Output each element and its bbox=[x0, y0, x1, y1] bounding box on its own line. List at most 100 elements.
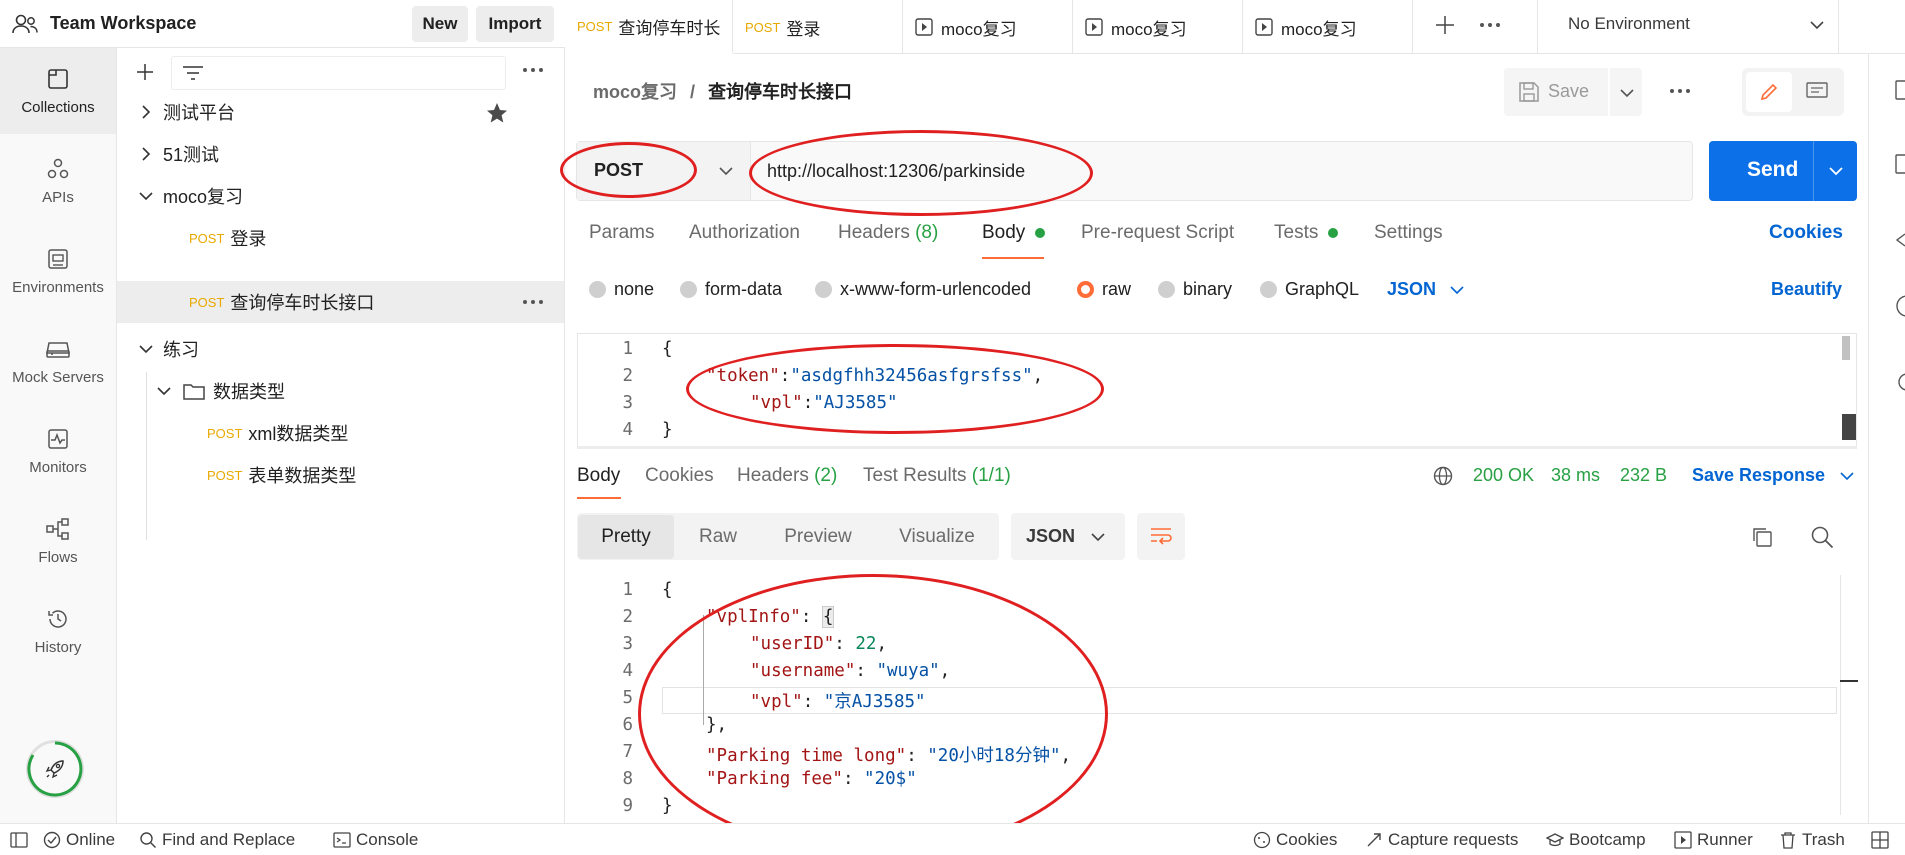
send-button[interactable]: Send bbox=[1709, 141, 1857, 201]
rocket-button[interactable] bbox=[26, 740, 84, 798]
more-tabs-icon[interactable] bbox=[1479, 21, 1501, 29]
tab-request-active[interactable]: POST 查询停车时长 bbox=[565, 0, 733, 54]
more-options-icon[interactable] bbox=[1669, 87, 1691, 95]
rail-item-history[interactable]: History bbox=[0, 588, 116, 674]
runner-button[interactable]: Runner bbox=[1674, 830, 1753, 850]
radio-form-data[interactable]: form-data bbox=[680, 279, 782, 300]
status-code[interactable]: 200 OK bbox=[1473, 465, 1534, 486]
chevron-right-icon[interactable] bbox=[141, 147, 151, 161]
response-time[interactable]: 38 ms bbox=[1551, 465, 1600, 486]
save-button[interactable]: Save bbox=[1504, 68, 1642, 116]
more-options-icon[interactable] bbox=[522, 66, 544, 74]
tab-headers[interactable]: Headers (8) bbox=[838, 222, 938, 244]
chevron-right-icon[interactable] bbox=[141, 105, 151, 119]
rail-item-monitors[interactable]: Monitors bbox=[0, 408, 116, 494]
folder-item[interactable]: 数据类型 bbox=[117, 370, 564, 412]
response-size[interactable]: 232 B bbox=[1620, 465, 1667, 486]
radio-none[interactable]: none bbox=[589, 279, 654, 300]
tab-settings[interactable]: Settings bbox=[1374, 222, 1443, 244]
method-selector[interactable]: POST bbox=[577, 142, 751, 200]
url-input[interactable]: http://localhost:12306/parkinside bbox=[767, 161, 1025, 182]
tab-body[interactable]: Body bbox=[982, 222, 1045, 244]
view-visualize[interactable]: Visualize bbox=[882, 515, 992, 559]
globe-icon[interactable] bbox=[1433, 466, 1453, 486]
info-icon[interactable] bbox=[1895, 294, 1905, 318]
tab-collection[interactable]: moco复习 bbox=[903, 0, 1073, 54]
bootcamp-button[interactable]: Bootcamp bbox=[1546, 830, 1646, 850]
radio-binary[interactable]: binary bbox=[1158, 279, 1232, 300]
radio-urlencoded[interactable]: x-www-form-urlencoded bbox=[815, 279, 1031, 300]
lightbulb-icon[interactable] bbox=[1895, 372, 1905, 396]
chevron-down-icon[interactable] bbox=[139, 344, 153, 354]
body-format-select[interactable]: JSON bbox=[1387, 279, 1464, 300]
request-item[interactable]: POST xml数据类型 bbox=[117, 412, 564, 454]
star-icon[interactable] bbox=[486, 102, 508, 123]
copy-icon[interactable] bbox=[1751, 526, 1773, 548]
response-tab-headers[interactable]: Headers (2) bbox=[737, 465, 837, 487]
find-replace-button[interactable]: Find and Replace bbox=[139, 830, 295, 850]
response-format-select[interactable]: JSON bbox=[1011, 513, 1125, 560]
cookies-link[interactable]: Cookies bbox=[1769, 222, 1843, 244]
view-pretty[interactable]: Pretty bbox=[578, 515, 674, 559]
environment-selector[interactable]: No Environment bbox=[1537, 0, 1839, 54]
response-tab-test-results[interactable]: Test Results (1/1) bbox=[863, 465, 1011, 487]
rail-item-environments[interactable]: Environments bbox=[0, 228, 116, 314]
more-options-icon[interactable] bbox=[522, 298, 544, 306]
page-title[interactable]: 查询停车时长接口 bbox=[708, 82, 852, 102]
tab-tests[interactable]: Tests bbox=[1274, 222, 1338, 244]
send-dropdown[interactable] bbox=[1813, 141, 1857, 201]
add-collection-icon[interactable] bbox=[135, 62, 155, 82]
chevron-down-icon[interactable] bbox=[139, 191, 153, 201]
comment-icon[interactable] bbox=[1806, 82, 1828, 102]
response-tab-cookies[interactable]: Cookies bbox=[645, 465, 714, 487]
rail-item-flows[interactable]: Flows bbox=[0, 498, 116, 584]
capture-requests-button[interactable]: Capture requests bbox=[1365, 830, 1518, 850]
response-tab-body[interactable]: Body bbox=[577, 465, 620, 487]
save-response-button[interactable]: Save Response bbox=[1692, 465, 1854, 486]
request-item[interactable]: POST 登录 bbox=[117, 217, 564, 259]
view-raw[interactable]: Raw bbox=[680, 515, 756, 559]
view-preview[interactable]: Preview bbox=[766, 515, 870, 559]
new-tab-icon[interactable] bbox=[1435, 15, 1455, 35]
rail-item-mock-servers[interactable]: Mock Servers bbox=[0, 318, 116, 404]
workspace-title[interactable]: Team Workspace bbox=[50, 13, 196, 34]
collection-item[interactable]: 51测试 bbox=[117, 133, 564, 175]
console-button[interactable]: Console bbox=[333, 830, 418, 850]
pane-divider[interactable] bbox=[577, 446, 1857, 449]
beautify-link[interactable]: Beautify bbox=[1771, 279, 1842, 300]
cookies-button[interactable]: Cookies bbox=[1253, 830, 1337, 850]
search-icon[interactable] bbox=[1810, 525, 1834, 549]
request-item[interactable]: POST 表单数据类型 bbox=[117, 454, 564, 496]
import-button[interactable]: Import bbox=[476, 6, 554, 42]
toggle-sidebar-icon[interactable] bbox=[10, 832, 28, 848]
request-body-editor[interactable] bbox=[577, 333, 1857, 446]
radio-raw[interactable]: raw bbox=[1077, 279, 1131, 300]
tab-request[interactable]: POST 登录 bbox=[733, 0, 903, 54]
documentation-icon[interactable] bbox=[1895, 80, 1905, 100]
code-icon[interactable] bbox=[1895, 230, 1905, 250]
request-item-selected[interactable]: POST 查询停车时长接口 bbox=[117, 281, 564, 323]
trash-button[interactable]: Trash bbox=[1779, 830, 1845, 850]
rail-item-collections[interactable]: Collections bbox=[0, 48, 116, 134]
breadcrumb-parent[interactable]: moco复习 bbox=[593, 82, 677, 102]
online-status[interactable]: Online bbox=[43, 830, 115, 850]
layout-toggle-icon[interactable] bbox=[1871, 831, 1889, 849]
collection-item[interactable]: 练习 bbox=[117, 328, 564, 370]
wrap-lines-button[interactable] bbox=[1137, 513, 1185, 560]
comments-icon[interactable] bbox=[1895, 154, 1905, 174]
collection-item[interactable]: 测试平台 bbox=[117, 91, 564, 133]
collection-item[interactable]: moco复习 bbox=[117, 175, 564, 217]
new-button[interactable]: New bbox=[412, 6, 468, 42]
radio-graphql[interactable]: GraphQL bbox=[1260, 279, 1359, 300]
tab-authorization[interactable]: Authorization bbox=[689, 222, 800, 244]
save-dropdown[interactable] bbox=[1608, 68, 1642, 116]
editor-scrollbar[interactable] bbox=[1842, 336, 1850, 360]
tab-collection[interactable]: moco复习 bbox=[1073, 0, 1243, 54]
filter-input[interactable] bbox=[171, 56, 506, 90]
chevron-down-icon[interactable] bbox=[157, 386, 171, 396]
rail-item-apis[interactable]: APIs bbox=[0, 138, 116, 224]
tab-collection[interactable]: moco复习 bbox=[1243, 0, 1413, 54]
edit-mode-button[interactable] bbox=[1746, 72, 1792, 112]
tab-params[interactable]: Params bbox=[589, 222, 654, 244]
tab-prerequest[interactable]: Pre-request Script bbox=[1081, 222, 1234, 244]
